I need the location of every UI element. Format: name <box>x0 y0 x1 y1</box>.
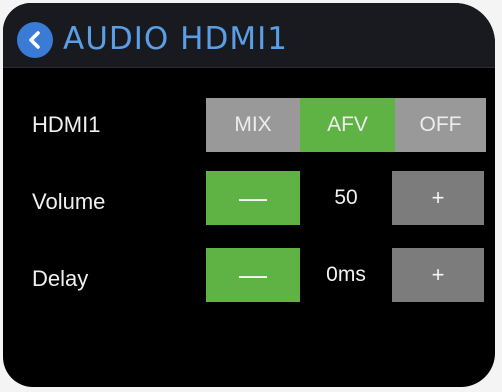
hdmi1-afv-option[interactable]: AFV <box>300 98 395 152</box>
hdmi1-label: HDMI1 <box>32 112 101 137</box>
volume-value: 50 <box>334 186 358 209</box>
screen: AUDIO HDMI1 HDMI1 MIX AFV OFF Volume — 5… <box>3 3 495 387</box>
page-title: AUDIO HDMI1 <box>63 21 288 57</box>
delay-label: Delay <box>32 266 89 291</box>
delay-increase-button[interactable]: + <box>392 248 484 302</box>
volume-decrease-button[interactable]: — <box>206 171 300 225</box>
delay-value: 0ms <box>326 263 366 286</box>
back-button[interactable] <box>17 22 53 58</box>
hdmi1-off-option[interactable]: OFF <box>395 98 486 152</box>
hdmi1-mix-option[interactable]: MIX <box>206 98 300 152</box>
volume-increase-button[interactable]: + <box>392 171 484 225</box>
delay-decrease-button[interactable]: — <box>206 248 300 302</box>
device-bezel: AUDIO HDMI1 HDMI1 MIX AFV OFF Volume — 5… <box>0 0 502 392</box>
header-bar: AUDIO HDMI1 <box>3 3 495 68</box>
chevron-left-icon <box>29 31 40 49</box>
volume-label: Volume <box>32 189 106 214</box>
